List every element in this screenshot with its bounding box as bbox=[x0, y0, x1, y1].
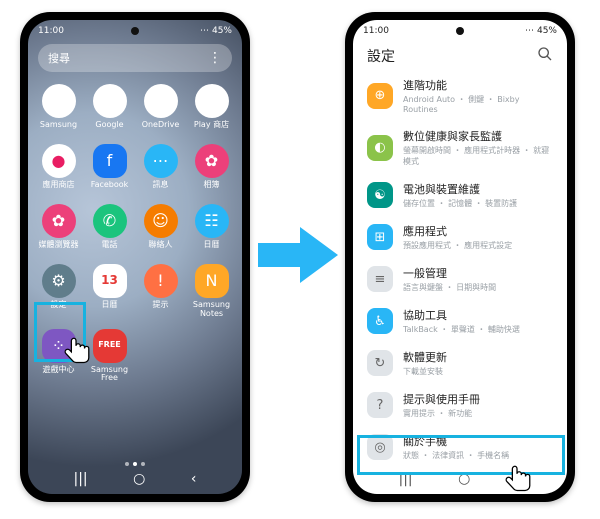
app-contacts[interactable]: ☺聯絡人 bbox=[136, 204, 185, 254]
back-button[interactable]: ‹ bbox=[191, 471, 197, 487]
nav-bar: ||| ○ ‹ bbox=[28, 468, 242, 490]
battery-icon: ☯ bbox=[367, 182, 393, 208]
phone-right: 11:00 ⋯45% 設定 ⊕進階功能Android Auto ・ 側鍵 ・ B… bbox=[345, 12, 575, 502]
grid-icon: ☷ bbox=[195, 204, 229, 238]
app-tips[interactable]: !提示 bbox=[136, 264, 185, 319]
phone-icon: ✆ bbox=[93, 204, 127, 238]
setting-accessibility[interactable]: ♿協助工具TalkBack ・ 單聲道 ・ 輔助快選 bbox=[357, 300, 563, 342]
folder-icon: ▦ bbox=[93, 84, 127, 118]
advanced-icon: ⊕ bbox=[367, 83, 393, 109]
facebook-icon: f bbox=[93, 144, 127, 178]
app-gamelauncher[interactable]: ⁘遊戲中心 bbox=[34, 329, 83, 384]
app-gallery[interactable]: ✿相簿 bbox=[187, 144, 236, 194]
settings-header: 設定 bbox=[353, 40, 567, 70]
calendar-icon: 13 bbox=[93, 264, 127, 298]
settings-list: ⊕進階功能Android Auto ・ 側鍵 ・ Bixby Routines … bbox=[353, 70, 567, 474]
setting-about[interactable]: ◎關於手機狀態 ・ 法律資訊 ・ 手機名稱 bbox=[357, 426, 563, 468]
app-settings[interactable]: ⚙設定 bbox=[34, 264, 83, 319]
app-messages[interactable]: ⋯訊息 bbox=[136, 144, 185, 194]
general-icon: ≡ bbox=[367, 266, 393, 292]
page-title: 設定 bbox=[367, 46, 395, 66]
recent-button[interactable]: ||| bbox=[74, 471, 88, 487]
setting-apps[interactable]: ⊞應用程式預設應用程式 ・ 應用程式設定 bbox=[357, 216, 563, 258]
app-notes[interactable]: NSamsung Notes bbox=[187, 264, 236, 319]
page-indicator bbox=[28, 462, 242, 466]
bulb-icon: ! bbox=[144, 264, 178, 298]
status-time: 11:00 bbox=[363, 26, 389, 36]
recent-button[interactable]: ||| bbox=[399, 471, 413, 487]
contact-icon: ☺ bbox=[144, 204, 178, 238]
nav-bar: ||| ○ ‹ bbox=[353, 468, 567, 490]
phone-left: 11:00 ⋯45% 搜尋 ⋮ ▦Samsung ▦Google ☁OneDri… bbox=[20, 12, 250, 502]
overflow-icon[interactable]: ⋮ bbox=[208, 51, 222, 65]
setting-general[interactable]: ≡一般管理語言與鍵盤 ・ 日期與時間 bbox=[357, 258, 563, 300]
app-calendar2[interactable]: ☷日曆 bbox=[187, 204, 236, 254]
accessibility-icon: ♿ bbox=[367, 308, 393, 334]
play-icon: ▶ bbox=[195, 84, 229, 118]
back-button[interactable]: ‹ bbox=[516, 471, 522, 487]
notes-icon: N bbox=[195, 264, 229, 298]
update-icon: ↻ bbox=[367, 350, 393, 376]
app-playstore[interactable]: ▶Play 商店 bbox=[187, 84, 236, 134]
home-button[interactable]: ○ bbox=[458, 471, 470, 487]
app-browser[interactable]: ✿媒體瀏覽器 bbox=[34, 204, 83, 254]
flower-icon: ✿ bbox=[42, 204, 76, 238]
app-samsungfree[interactable]: FREESamsung Free bbox=[85, 329, 134, 384]
app-phone[interactable]: ✆電話 bbox=[85, 204, 134, 254]
folder-icon: ▦ bbox=[42, 84, 76, 118]
about-icon: ◎ bbox=[367, 434, 393, 460]
free-icon: FREE bbox=[93, 329, 127, 363]
apps-icon: ⊞ bbox=[367, 224, 393, 250]
setting-battery[interactable]: ☯電池與裝置維護儲存位置 ・ 記憶體 ・ 裝置防護 bbox=[357, 174, 563, 216]
search-bar[interactable]: 搜尋 ⋮ bbox=[38, 44, 232, 72]
wellbeing-icon: ◐ bbox=[367, 135, 393, 161]
gamepad-icon: ⁘ bbox=[42, 329, 76, 363]
status-time: 11:00 bbox=[38, 26, 64, 36]
setting-tips[interactable]: ?提示與使用手冊實用提示 ・ 新功能 bbox=[357, 384, 563, 426]
search-placeholder: 搜尋 bbox=[48, 50, 70, 66]
search-icon[interactable] bbox=[537, 46, 553, 66]
cloud-icon: ☁ bbox=[144, 84, 178, 118]
app-calendar[interactable]: 13日曆 bbox=[85, 264, 134, 319]
tips-icon: ? bbox=[367, 392, 393, 418]
front-camera bbox=[131, 27, 139, 35]
app-samsung[interactable]: ▦Samsung bbox=[34, 84, 83, 134]
app-onedrive[interactable]: ☁OneDrive bbox=[136, 84, 185, 134]
home-button[interactable]: ○ bbox=[133, 471, 145, 487]
app-galaxystore[interactable]: ●應用商店 bbox=[34, 144, 83, 194]
gallery-icon: ✿ bbox=[195, 144, 229, 178]
app-facebook[interactable]: fFacebook bbox=[85, 144, 134, 194]
setting-advanced[interactable]: ⊕進階功能Android Auto ・ 側鍵 ・ Bixby Routines bbox=[357, 70, 563, 121]
message-icon: ⋯ bbox=[144, 144, 178, 178]
front-camera bbox=[456, 27, 464, 35]
app-google[interactable]: ▦Google bbox=[85, 84, 134, 134]
arrow-right-icon bbox=[258, 225, 338, 285]
bag-icon: ● bbox=[42, 144, 76, 178]
gear-icon: ⚙ bbox=[42, 264, 76, 298]
setting-update[interactable]: ↻軟體更新下載並安裝 bbox=[357, 342, 563, 384]
app-grid: ▦Samsung ▦Google ☁OneDrive ▶Play 商店 ●應用商… bbox=[28, 78, 242, 385]
setting-wellbeing[interactable]: ◐數位健康與家長監護螢幕開啟時間 ・ 應用程式計時器 ・ 就寢模式 bbox=[357, 121, 563, 174]
